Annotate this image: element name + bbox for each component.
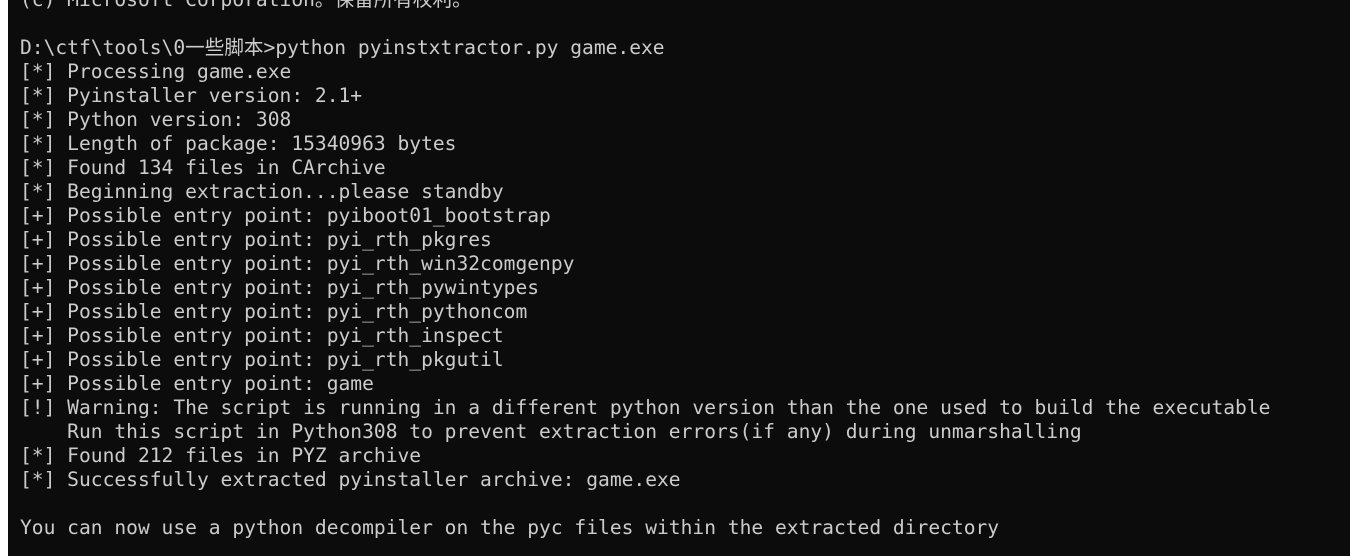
terminal-window[interactable]: (c) Microsoft Corporation。保留所有权利。 D:\ctf\…	[8, 0, 1350, 556]
terminal-line: [+] Possible entry point: pyi_rth_win32c…	[20, 252, 575, 275]
terminal-line: [*] Pyinstaller version: 2.1+	[20, 84, 363, 107]
terminal-line: [+] Possible entry point: game	[20, 372, 374, 395]
terminal-line: You can now use a python decompiler on t…	[20, 516, 1000, 539]
command-line: D:\ctf\tools\0一些脚本>python pyinstxtractor…	[20, 36, 665, 59]
warning-detail-line: Run this script in Python308 to prevent …	[20, 420, 1082, 443]
warning-line: [!] Warning: The script is running in a …	[20, 396, 1271, 419]
terminal-line: [+] Possible entry point: pyi_rth_pkguti…	[20, 348, 504, 371]
terminal-line: [*] Length of package: 15340963 bytes	[20, 132, 457, 155]
terminal-line: [+] Possible entry point: pyi_rth_inspec…	[20, 324, 504, 347]
terminal-line: [*] Found 134 files in CArchive	[20, 156, 386, 179]
terminal-line: [*] Python version: 308	[20, 108, 292, 131]
terminal-line: (c) Microsoft Corporation。保留所有权利。	[20, 0, 1270, 12]
terminal-line: [*] Processing game.exe	[20, 60, 292, 83]
terminal-line: [+] Possible entry point: pyi_rth_python…	[20, 300, 528, 323]
terminal-line: [+] Possible entry point: pyi_rth_pkgres	[20, 228, 492, 251]
scrollbar-track[interactable]	[1350, 0, 1362, 556]
terminal-line: [+] Possible entry point: pyiboot01_boot…	[20, 204, 551, 227]
terminal-line: [*] Successfully extracted pyinstaller a…	[20, 468, 681, 491]
terminal-output: (c) Microsoft Corporation。保留所有权利。 D:\ctf\…	[20, 0, 1270, 540]
terminal-line: [+] Possible entry point: pyi_rth_pywint…	[20, 276, 540, 299]
terminal-line: [*] Beginning extraction...please standb…	[20, 180, 504, 203]
terminal-line: [*] Found 212 files in PYZ archive	[20, 444, 422, 467]
